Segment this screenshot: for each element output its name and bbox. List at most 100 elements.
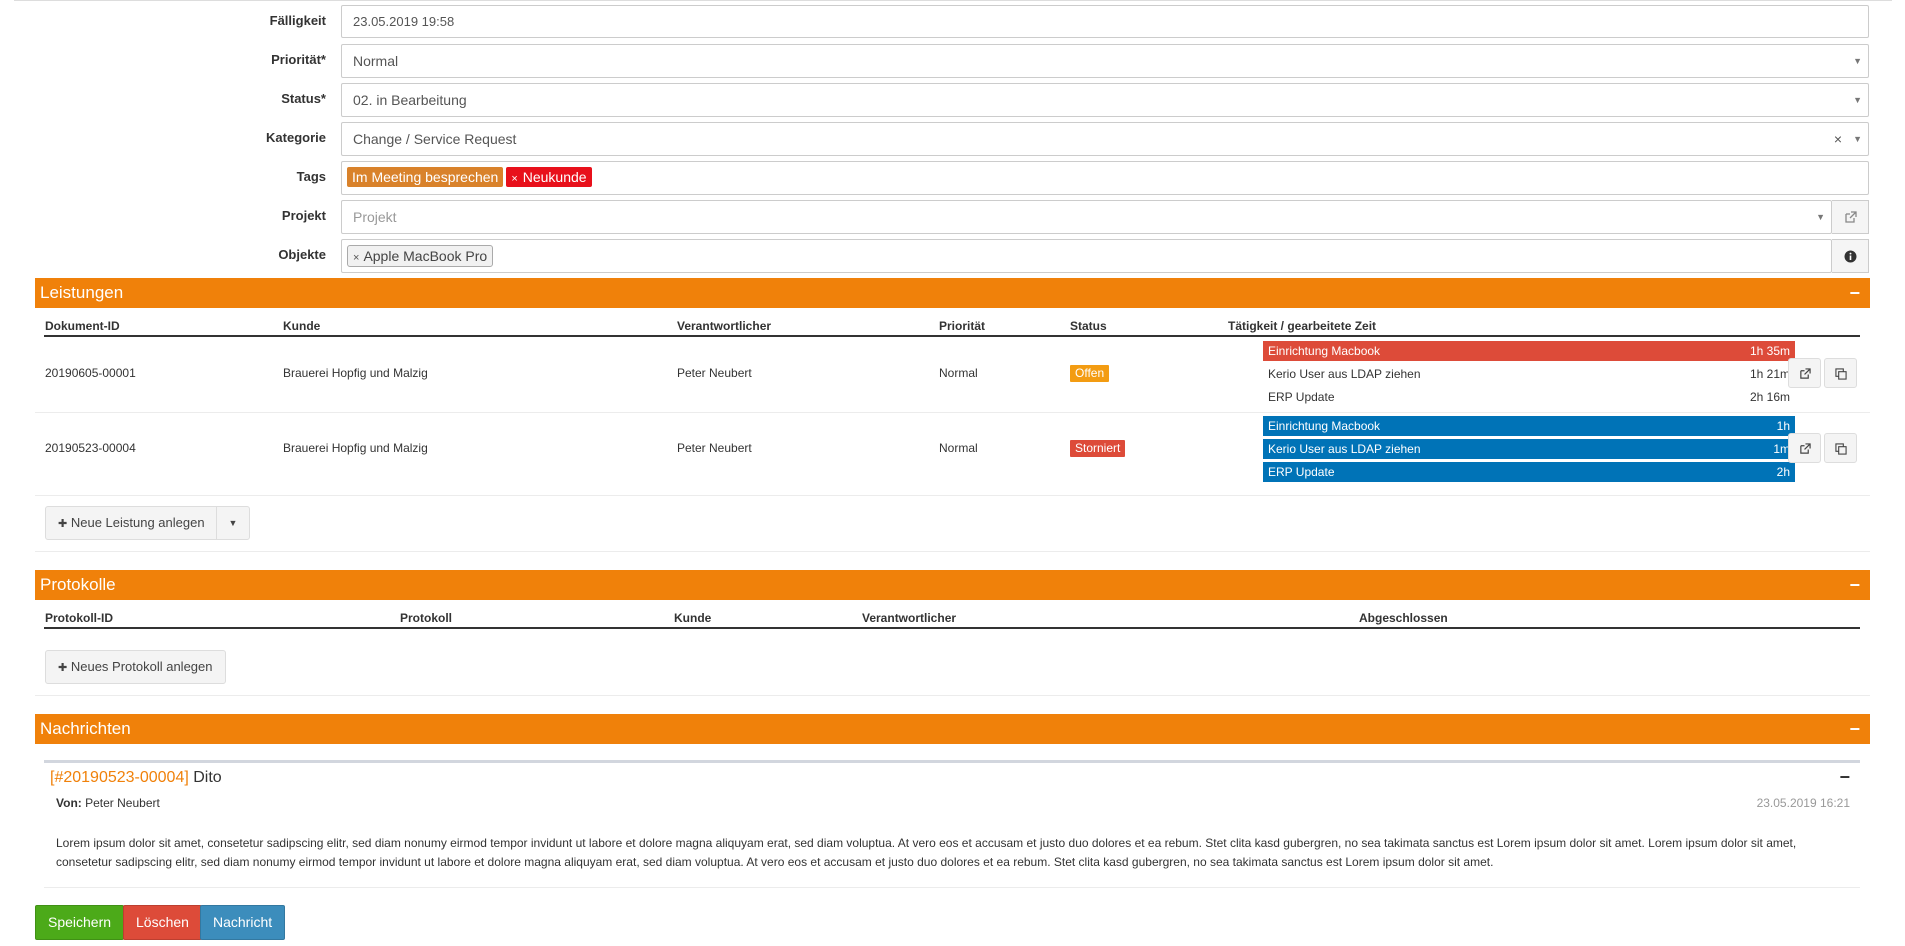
col-abgeschlossen[interactable]: Abgeschlossen — [1359, 611, 1448, 625]
table-row: 20190605-00001 Brauerei Hopfig und Malzi… — [35, 339, 1870, 413]
activity-name: Kerio User aus LDAP ziehen — [1268, 367, 1421, 381]
table-row: 20190523-00004 Brauerei Hopfig und Malzi… — [35, 413, 1870, 496]
new-leistung-label: Neue Leistung anlegen — [70, 515, 205, 530]
kategorie-select[interactable]: Change / Service Request × ▼ — [341, 122, 1869, 156]
activity-item: Einrichtung Macbook 1h 35m — [1263, 341, 1795, 361]
row-verantwortlicher: Peter Neubert — [677, 366, 752, 380]
row-dokument-id: 20190605-00001 — [45, 366, 136, 380]
form-row-objekte: Objekte × Apple MacBook Pro — [0, 237, 1905, 273]
protokolle-title: Protokolle — [40, 575, 116, 594]
form-row-prioritaet: Priorität* Normal ▼ — [0, 42, 1905, 78]
form-row-kategorie: Kategorie Change / Service Request × ▼ — [0, 120, 1905, 156]
remove-icon[interactable]: × — [353, 252, 359, 264]
status-badge: Storniert — [1070, 440, 1126, 457]
message-item: [#20190523-00004] Dito − Von: Peter Neub… — [44, 760, 1860, 888]
form-row-projekt: Projekt Projekt ▼ — [0, 198, 1905, 234]
activity-name: ERP Update — [1268, 465, 1335, 479]
remove-icon[interactable]: × — [511, 173, 517, 185]
col-protokoll-id[interactable]: Protokoll-ID — [45, 611, 113, 625]
nachrichten-header: Nachrichten − — [35, 714, 1870, 744]
form-row-faelligkeit: Fälligkeit 23.05.2019 19:58 — [0, 3, 1905, 39]
new-protokoll-label: Neues Protokoll anlegen — [70, 659, 213, 674]
copy-button[interactable] — [1824, 433, 1857, 463]
message-from: Von: Peter Neubert — [56, 796, 160, 810]
objekte-label: Objekte — [278, 247, 326, 262]
message-ref[interactable]: [#20190523-00004] — [50, 769, 189, 786]
copy-button[interactable] — [1824, 358, 1857, 388]
tag-label: Im Meeting besprechen — [352, 169, 499, 185]
col-kunde[interactable]: Kunde — [283, 319, 320, 333]
external-link-icon — [1799, 367, 1811, 379]
form-row-status: Status* 02. in Bearbeitung ▼ — [0, 81, 1905, 117]
tags-label: Tags — [296, 169, 326, 184]
col-dokument-id[interactable]: Dokument-ID — [45, 319, 120, 333]
prioritaet-value: Normal — [353, 53, 399, 69]
status-select[interactable]: 02. in Bearbeitung ▼ — [341, 83, 1869, 117]
collapse-icon[interactable]: − — [1849, 570, 1860, 600]
message-from-label: Von: — [56, 796, 82, 810]
prioritaet-select[interactable]: Normal ▼ — [341, 44, 1869, 78]
divider — [35, 695, 1870, 696]
message-subject: Dito — [193, 769, 222, 786]
collapse-icon[interactable]: − — [1849, 714, 1860, 744]
col-protokoll[interactable]: Protokoll — [400, 611, 452, 625]
divider — [14, 0, 1892, 1]
row-kunde: Brauerei Hopfig und Malzig — [283, 366, 428, 380]
chevron-down-icon: ▼ — [1853, 56, 1862, 66]
objekte-input[interactable]: × Apple MacBook Pro — [341, 239, 1832, 273]
message-button[interactable]: Nachricht — [200, 905, 286, 940]
collapse-icon[interactable]: − — [1839, 767, 1850, 788]
chevron-down-icon: ▼ — [1853, 95, 1862, 105]
projekt-open-button[interactable] — [1832, 200, 1869, 234]
row-dokument-id: 20190523-00004 — [45, 441, 136, 455]
activity-name: ERP Update — [1268, 390, 1335, 404]
info-icon — [1844, 250, 1856, 263]
kategorie-label: Kategorie — [266, 130, 326, 145]
protokolle-header: Protokolle − — [35, 570, 1870, 600]
external-link-icon — [1799, 442, 1811, 454]
col-verantwortlicher[interactable]: Verantwortlicher — [862, 611, 956, 625]
col-status[interactable]: Status — [1070, 319, 1107, 333]
col-prioritaet[interactable]: Priorität — [939, 319, 985, 333]
new-leistung-button[interactable]: ✚ Neue Leistung anlegen — [45, 506, 218, 540]
objekt-chip-apple-macbook-pro[interactable]: × Apple MacBook Pro — [347, 245, 494, 267]
activity-item: Kerio User aus LDAP ziehen 1h 21m — [1263, 364, 1795, 384]
activity-item: Einrichtung Macbook 1h — [1263, 416, 1795, 436]
open-button[interactable] — [1788, 358, 1821, 388]
tag-neukunde[interactable]: × Neukunde — [506, 167, 592, 187]
collapse-icon[interactable]: − — [1849, 278, 1860, 308]
projekt-label: Projekt — [281, 208, 326, 223]
row-prioritaet: Normal — [939, 441, 978, 455]
leistungen-header: Leistungen − — [35, 278, 1870, 308]
nachrichten-title: Nachrichten — [40, 719, 131, 738]
col-taetigkeit[interactable]: Tätigkeit / gearbeitete Zeit — [1228, 319, 1376, 333]
faelligkeit-input[interactable]: 23.05.2019 19:58 — [341, 5, 1869, 38]
delete-button[interactable]: Löschen — [123, 905, 202, 940]
activity-item: ERP Update 2h 16m — [1263, 387, 1795, 407]
chip-label: Apple MacBook Pro — [363, 248, 488, 264]
col-verantwortlicher[interactable]: Verantwortlicher — [677, 319, 771, 333]
activity-item: Kerio User aus LDAP ziehen 1m — [1263, 439, 1795, 459]
faelligkeit-value: 23.05.2019 19:58 — [353, 14, 455, 29]
activity-name: Einrichtung Macbook — [1268, 344, 1381, 358]
activity-item: ERP Update 2h — [1263, 462, 1795, 482]
activity-name: Einrichtung Macbook — [1268, 419, 1381, 433]
tag-im-meeting-besprechen[interactable]: Im Meeting besprechen — [347, 167, 504, 187]
open-button[interactable] — [1788, 433, 1821, 463]
new-protokoll-button[interactable]: ✚ Neues Protokoll anlegen — [45, 650, 226, 684]
row-verantwortlicher: Peter Neubert — [677, 441, 752, 455]
prioritaet-label: Priorität* — [271, 52, 326, 67]
col-kunde[interactable]: Kunde — [674, 611, 711, 625]
tags-input[interactable]: Im Meeting besprechen × Neukunde — [341, 161, 1869, 195]
clear-icon[interactable]: × — [1834, 123, 1842, 155]
objekte-info-button[interactable] — [1832, 239, 1869, 273]
activity-time: 2h 16m — [1749, 390, 1790, 404]
projekt-select[interactable]: Projekt ▼ — [341, 200, 1832, 234]
tag-label: Neukunde — [522, 169, 587, 185]
activity-time: 2h — [1776, 465, 1790, 479]
new-leistung-dropdown-toggle[interactable]: ▼ — [216, 506, 250, 540]
copy-icon — [1834, 367, 1847, 380]
row-kunde: Brauerei Hopfig und Malzig — [283, 441, 428, 455]
leistungen-table-header: Dokument-ID Kunde Verantwortlicher Prior… — [44, 319, 1860, 337]
save-button[interactable]: Speichern — [35, 905, 125, 940]
